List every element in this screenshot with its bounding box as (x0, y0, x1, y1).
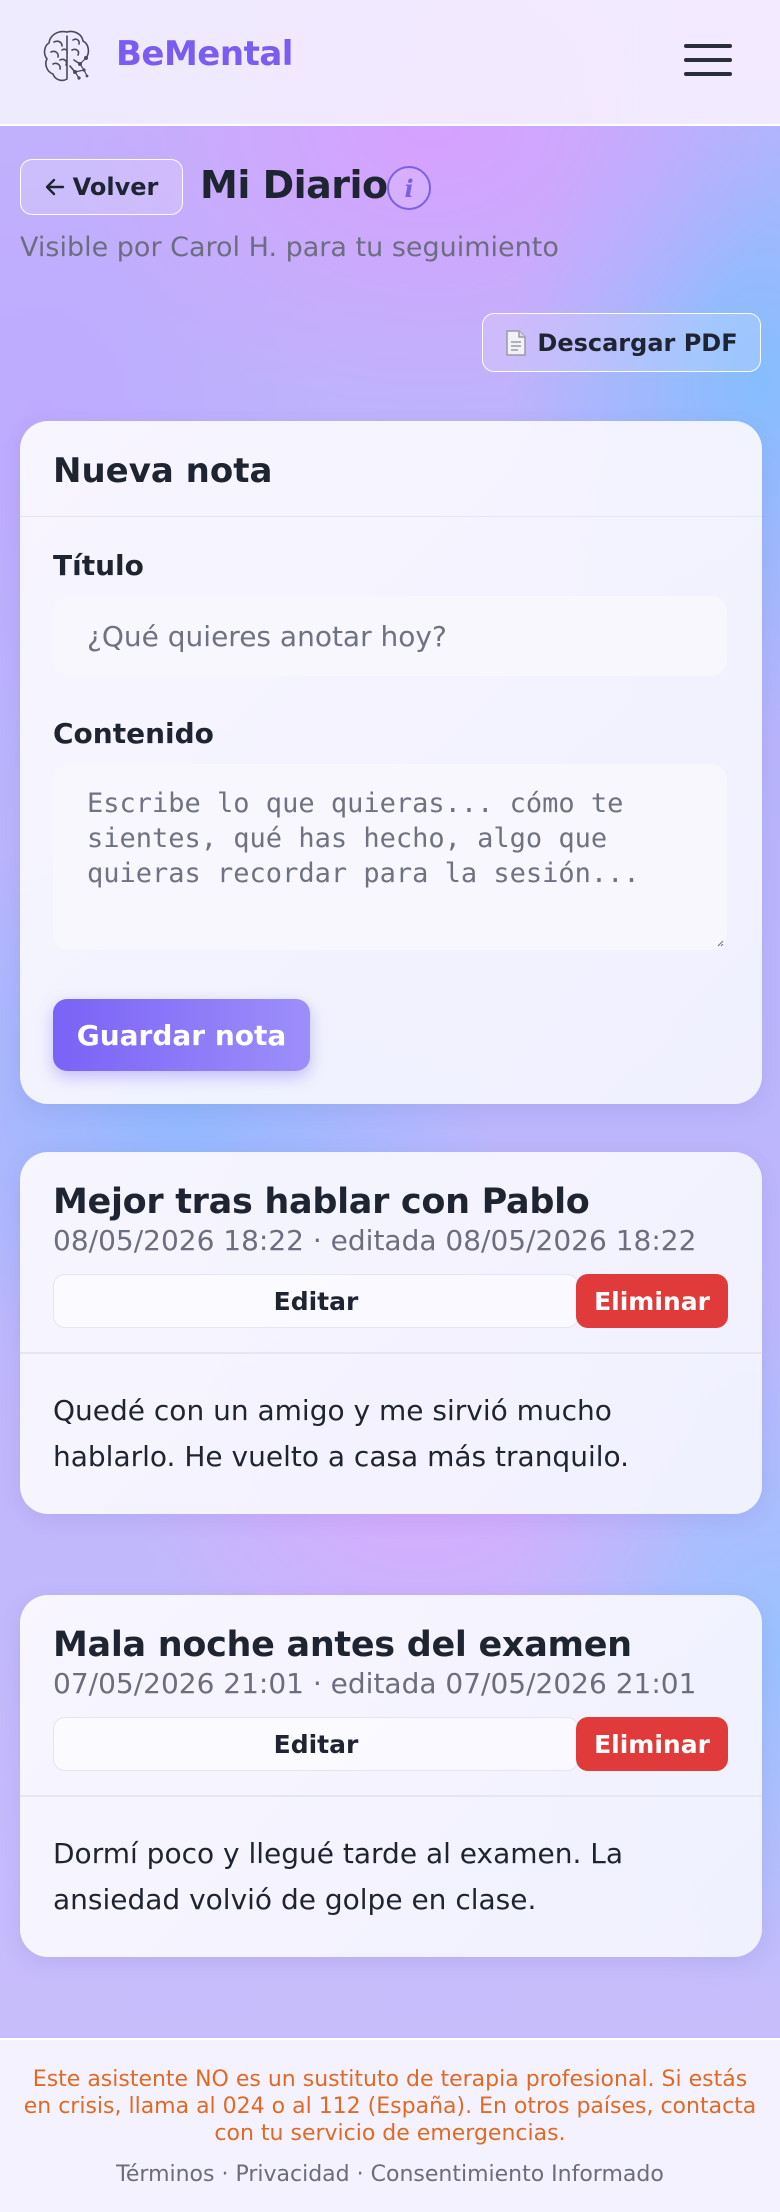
edit-entry-button[interactable]: Editar (53, 1274, 579, 1328)
document-icon (506, 329, 527, 356)
content-textarea[interactable] (53, 764, 727, 950)
terms-link[interactable]: Términos (116, 2162, 214, 2187)
download-pdf-button[interactable]: Descargar PDF (482, 313, 761, 372)
arrow-left-icon (45, 178, 64, 196)
app-header: BeMental (0, 0, 780, 126)
resize-handle-icon[interactable] (716, 939, 724, 947)
app-footer: Este asistente NO es un sustituto de ter… (0, 2038, 780, 2212)
title-input[interactable] (53, 596, 727, 676)
new-note-heading: Nueva nota (53, 451, 273, 491)
delete-entry-button[interactable]: Eliminar (576, 1717, 728, 1771)
entry-divider (20, 1352, 762, 1354)
entry-date: 07/05/2026 21:01 · editada 07/05/2026 21… (53, 1667, 697, 1700)
page-title: Mi Diario (200, 163, 388, 207)
back-button[interactable]: Volver (20, 159, 183, 215)
visibility-note: Visible por Carol H. para tu seguimiento (20, 232, 559, 263)
consent-link[interactable]: Consentimiento Informado (371, 2162, 664, 2187)
brain-icon[interactable] (40, 26, 94, 86)
entry-title: Mejor tras hablar con Pablo (53, 1182, 590, 1222)
back-button-label: Volver (72, 173, 159, 201)
title-field-label: Título (53, 549, 144, 582)
entry-date: 08/05/2026 18:22 · editada 08/05/2026 18… (53, 1224, 697, 1257)
info-icon[interactable]: i (387, 166, 431, 210)
hamburger-menu-icon[interactable] (682, 40, 736, 80)
new-note-card: Nueva nota Título Contenido Guardar nota (20, 421, 762, 1104)
entry-body: Quedé con un amigo y me sirvió mucho hab… (53, 1394, 630, 1473)
privacy-link[interactable]: Privacidad (235, 2162, 349, 2187)
entry-title: Mala noche antes del examen (53, 1625, 632, 1665)
diary-entry-card: Mejor tras hablar con Pablo 08/05/2026 1… (20, 1152, 762, 1514)
save-note-button[interactable]: Guardar nota (53, 999, 310, 1071)
crisis-disclaimer: Este asistente NO es un sustituto de ter… (23, 2067, 757, 2146)
edit-entry-button[interactable]: Editar (53, 1717, 579, 1771)
footer-links: Términos · Privacidad · Consentimiento I… (0, 2162, 780, 2187)
entry-body: Dormí poco y llegué tarde al examen. La … (53, 1837, 624, 1916)
content-field-label: Contenido (53, 717, 214, 750)
footer-separator: · (214, 2162, 236, 2187)
diary-entry-card: Mala noche antes del examen 07/05/2026 2… (20, 1595, 762, 1957)
delete-entry-button[interactable]: Eliminar (576, 1274, 728, 1328)
brand-name[interactable]: BeMental (116, 34, 293, 74)
new-note-header: Nueva nota (20, 421, 762, 517)
footer-separator: · (349, 2162, 371, 2187)
download-pdf-label: Descargar PDF (537, 328, 738, 357)
entry-divider (20, 1795, 762, 1797)
